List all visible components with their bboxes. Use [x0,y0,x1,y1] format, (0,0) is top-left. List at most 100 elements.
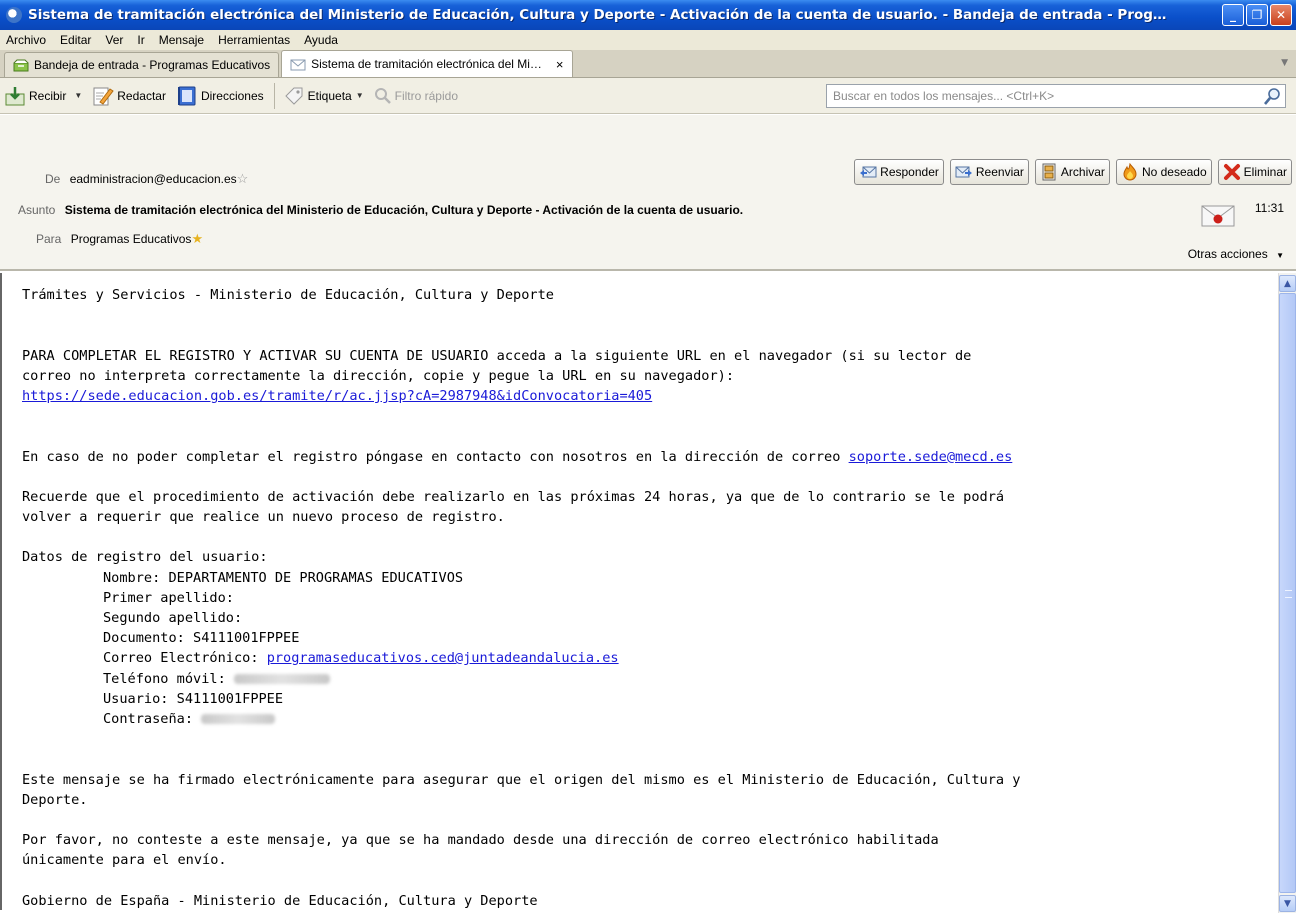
field-correo-row: Correo Electrónico: programaseducativos.… [22,648,1278,668]
compose-label: Redactar [117,88,166,103]
field-contrasena-row: Contraseña: [22,709,1278,729]
from-address[interactable]: eadministracion@educacion.es [70,172,237,186]
vertical-scrollbar[interactable]: ▲ ▼ [1278,273,1296,913]
quick-filter-button[interactable]: Filtro rápido [374,83,458,109]
user-email-link[interactable]: programaseducativos.ced@juntadeandalucia… [267,650,619,666]
activation-url-link[interactable]: https://sede.educacion.gob.es/tramite/r/… [22,388,652,404]
junk-label: No deseado [1141,165,1207,179]
field-documento: Documento: S4111001FPPEE [103,630,300,647]
tag-icon [284,87,303,105]
more-actions-label: Otras acciones [1187,247,1268,261]
addresses-button[interactable]: Direcciones [176,83,264,109]
body-blank [22,749,1278,769]
menu-mensaje[interactable]: Mensaje [159,33,204,47]
subject-label: Asunto [18,203,56,217]
menu-ayuda[interactable]: Ayuda [304,33,338,47]
search-placeholder: Buscar en todos los mensajes... <Ctrl+K> [833,89,1055,103]
archive-button[interactable]: Archivar [1034,159,1110,185]
receive-mail-icon [5,86,25,105]
support-email-link[interactable]: soporte.sede@mecd.es [849,449,1013,465]
scrollbar-grip [1285,590,1292,598]
quick-filter-label: Filtro rápido [394,88,458,103]
body-blank [22,810,1278,830]
body-heading: Trámites y Servicios - Ministerio de Edu… [22,287,554,303]
tab-inbox[interactable]: Bandeja de entrada - Programas Educativo… [4,52,280,77]
compose-button[interactable]: Redactar [92,83,166,109]
archive-icon [1042,163,1056,181]
contact-text: En caso de no poder completar el registr… [22,448,849,465]
address-book-icon [177,86,196,105]
forward-button[interactable]: Reenviar [949,159,1029,185]
scroll-down-chevron-icon[interactable]: ▼ [1279,895,1296,912]
menu-bar: Archivo Editar Ver Ir Mensaje Herramient… [0,30,1296,50]
field-correo-label: Correo Electrónico: [103,650,267,667]
from-label: De [45,172,61,186]
tab-inbox-label: Bandeja de entrada - Programas Educativo… [34,58,271,72]
field-nombre: Nombre: DEPARTAMENTO DE PROGRAMAS EDUCAT… [103,569,464,586]
field-segundo-apellido: Segundo apellido: [103,610,243,626]
star-empty-icon[interactable]: ☆ [237,171,249,186]
body-paragraph: PARA COMPLETAR EL REGISTRO Y ACTIVAR SU … [22,347,972,364]
more-actions-button[interactable]: Otras acciones ▼ [1188,247,1284,261]
scroll-up-chevron-icon[interactable]: ▲ [1279,275,1296,292]
body-blank [22,305,1278,325]
main-toolbar: Recibir ▼ Redactar Direcciones Etiqueta … [0,78,1296,114]
body-paragraph: Este mensaje se ha firmado electrónicame… [22,771,1021,788]
inbox-icon [13,59,29,71]
minimize-button[interactable]: _ [1222,4,1244,26]
menu-editar[interactable]: Editar [60,33,91,47]
to-address[interactable]: Programas Educativos [71,232,192,246]
scrollbar-thumb[interactable] [1279,293,1296,893]
tab-bar: Bandeja de entrada - Programas Educativo… [0,50,1296,78]
archive-label: Archivar [1060,165,1105,179]
body-paragraph: Por favor, no conteste a este mensaje, y… [22,832,939,849]
body-paragraph: correo no interpreta correctamente la di… [22,367,735,384]
forward-icon [955,166,972,178]
message-body: Trámites y Servicios - Ministerio de Edu… [0,273,1278,910]
tab-message[interactable]: Sistema de tramitación electrónica del M… [281,50,573,77]
maximize-button[interactable]: ❐ [1246,4,1268,26]
body-footer: Gobierno de España - Ministerio de Educa… [22,892,538,909]
field-telefono-row: Teléfono móvil: [22,669,1278,689]
quick-filter-magnifier-icon [374,87,391,104]
delete-button[interactable]: Eliminar [1217,159,1292,185]
receive-label: Recibir [29,88,67,103]
body-paragraph: únicamente para el envío. [22,852,227,869]
receive-button[interactable]: Recibir ▼ [4,83,82,109]
search-input[interactable]: Buscar en todos los mensajes... <Ctrl+K> [826,84,1286,108]
body-blank [22,426,1278,446]
header-action-buttons: Responder Reenviar Archivar No deseado E… [854,159,1292,185]
tab-message-label: Sistema de tramitación electrónica del M… [311,57,542,71]
delete-label: Eliminar [1243,165,1287,179]
tag-button[interactable]: Etiqueta ▼ [283,83,364,109]
field-usuario: Usuario: S4111001FPPEE [103,690,284,707]
menu-ver[interactable]: Ver [105,33,123,47]
tag-chevron-down-icon[interactable]: ▼ [356,91,364,100]
tab-list-chevron-down-icon[interactable]: ▼ [1281,58,1288,68]
message-time: 11:31 [1254,201,1284,215]
registration-data-title: Datos de registro del usuario: [22,549,268,566]
close-window-button[interactable]: ✕ [1270,4,1292,26]
reply-button[interactable]: Responder [854,159,944,185]
menu-herramientas[interactable]: Herramientas [218,33,290,47]
body-blank [22,870,1278,890]
window-title: Sistema de tramitación electrónica del M… [28,7,1167,23]
menu-archivo[interactable]: Archivo [6,33,46,47]
body-blank [22,729,1278,749]
reply-icon [860,166,877,178]
message-header: De eadministracion@educacion.es☆ Asunto … [0,115,1296,271]
field-primer-apellido: Primer apellido: [103,589,234,606]
receive-chevron-down-icon[interactable]: ▼ [74,91,82,100]
body-paragraph: volver a requerir que realice un nuevo p… [22,509,505,526]
junk-button[interactable]: No deseado [1115,159,1212,185]
tab-close-icon[interactable]: × [556,57,564,72]
body-blank [22,406,1278,426]
signed-message-envelope-icon[interactable] [1200,203,1236,229]
menu-ir[interactable]: Ir [137,33,144,47]
star-filled-icon[interactable]: ★ [191,231,203,246]
junk-flame-icon [1123,163,1137,181]
search-icon[interactable] [1263,86,1283,106]
from-row: De eadministracion@educacion.es☆ [45,171,248,187]
body-blank [22,467,1278,487]
field-contrasena-label: Contraseña: [103,710,194,727]
